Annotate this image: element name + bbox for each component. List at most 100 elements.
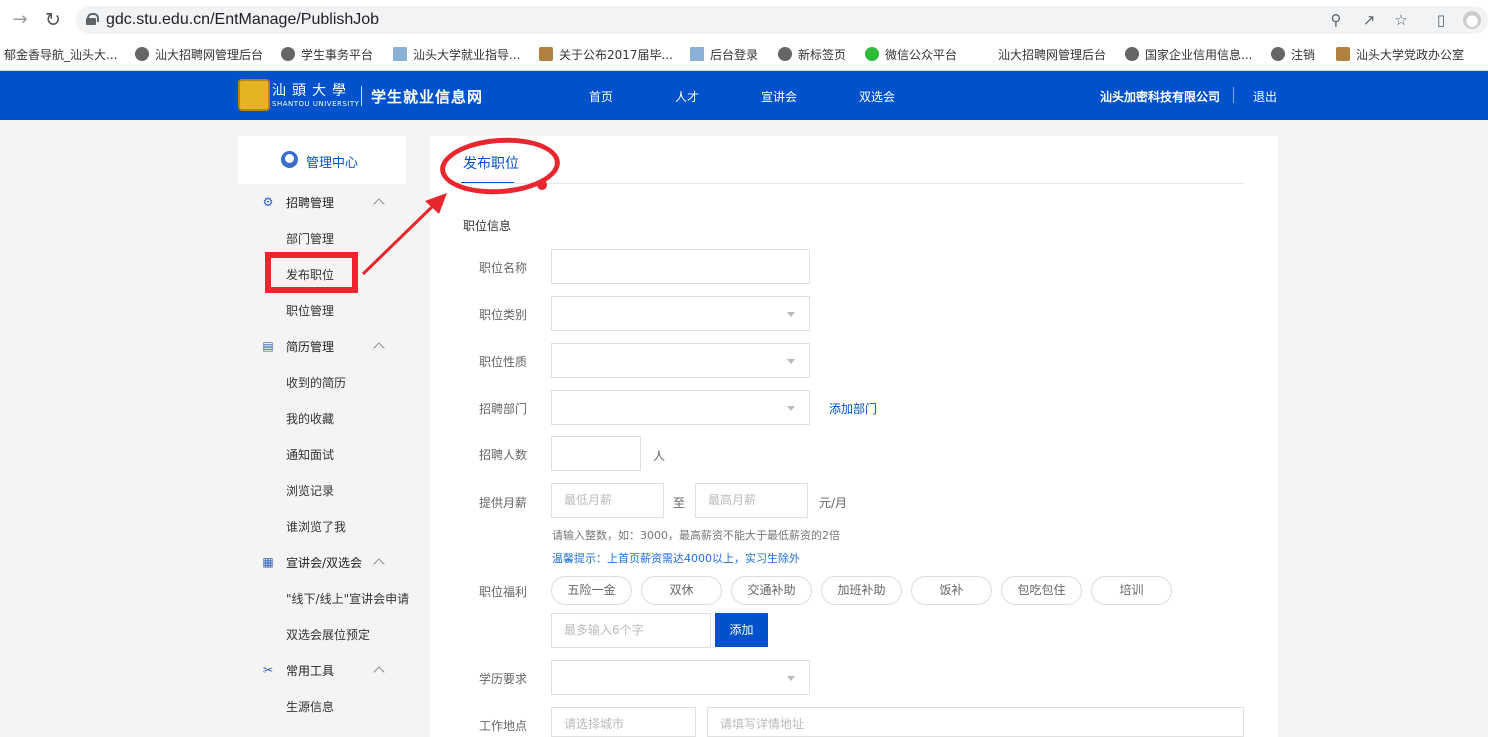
- salary-unit: 元/月: [819, 496, 848, 510]
- star-icon[interactable]: ☆: [1392, 11, 1410, 29]
- bookmark-item[interactable]: 注销: [1271, 45, 1315, 65]
- bookmark-item[interactable]: 汕大招聘网管理后台: [976, 45, 1106, 65]
- sidebar-item-received-resumes[interactable]: 收到的简历: [286, 374, 346, 391]
- resume-icon: ▤: [262, 339, 274, 353]
- sidebar-item-presentation-apply[interactable]: "线下/线上"宣讲会申请: [286, 590, 409, 607]
- sidebar-section-resumes[interactable]: 简历管理: [286, 338, 334, 355]
- job-nature-select[interactable]: [551, 343, 810, 378]
- sidebar-item-browse-history[interactable]: 浏览记录: [286, 482, 334, 499]
- city-select[interactable]: 请选择城市: [551, 707, 696, 737]
- bookmark-item[interactable]: 汕头大学就业指导...: [393, 45, 520, 65]
- label-benefits: 职位福利: [479, 585, 528, 599]
- bookmark-item[interactable]: 郁金香导航_汕头大...: [4, 45, 117, 65]
- benefit-tag[interactable]: 双休: [641, 576, 722, 605]
- nav-home[interactable]: 首页: [589, 88, 613, 105]
- bookmark-item[interactable]: 关于公布2017届毕...: [539, 45, 673, 65]
- label-education: 学历要求: [479, 672, 528, 686]
- site-name[interactable]: 学生就业信息网: [371, 86, 483, 107]
- bookmarks-bar: 郁金香导航_汕头大... 汕大招聘网管理后台 学生事务平台 汕头大学就业指导..…: [0, 40, 1488, 71]
- sidebar-section-events[interactable]: 宣讲会/双选会: [286, 554, 362, 571]
- caret-down-icon: [787, 406, 795, 411]
- highlight-box: [265, 252, 358, 293]
- url-text[interactable]: gdc.stu.edu.cn/EntManage/PublishJob: [106, 10, 379, 30]
- reload-icon[interactable]: ↻: [42, 9, 64, 31]
- chevron-up-icon[interactable]: [373, 340, 385, 352]
- benefit-tag[interactable]: 培训: [1091, 576, 1172, 605]
- bookmark-item[interactable]: 微信公众平台: [865, 45, 957, 65]
- custom-benefit-input[interactable]: 最多输入6个字: [551, 613, 711, 648]
- gear-icon: ⚙: [262, 195, 274, 209]
- sidebar-item-student-source[interactable]: 生源信息: [286, 698, 334, 715]
- sidebar-item-job-management[interactable]: 职位管理: [286, 302, 334, 319]
- sidebar-item-departments[interactable]: 部门管理: [286, 230, 334, 247]
- chevron-up-icon[interactable]: [373, 556, 385, 568]
- education-select[interactable]: [551, 660, 810, 695]
- label-headcount: 招聘人数: [479, 448, 528, 462]
- job-name-input[interactable]: [551, 249, 810, 284]
- caret-down-icon: [787, 312, 795, 317]
- department-select[interactable]: [551, 390, 810, 425]
- my-stu-icon: [976, 47, 992, 61]
- globe-icon: [135, 47, 149, 61]
- salary-to-text: 至: [673, 496, 686, 510]
- benefit-tag[interactable]: 包吃包住: [1001, 576, 1082, 605]
- sidebar-item-who-viewed-me[interactable]: 谁浏览了我: [286, 518, 346, 535]
- benefit-tag[interactable]: 饭补: [911, 576, 992, 605]
- sidebar-section-tools[interactable]: 常用工具: [286, 662, 334, 679]
- tab-divider: [446, 183, 1244, 184]
- label-job-name: 职位名称: [479, 261, 528, 275]
- bookmark-item[interactable]: 汕大招聘网管理后台: [135, 45, 263, 65]
- side-panel-icon[interactable]: ▯: [1432, 11, 1450, 29]
- manage-center-title[interactable]: 管理中心: [306, 152, 358, 171]
- profile-icon[interactable]: ●: [1463, 11, 1481, 29]
- globe-icon: [778, 47, 792, 61]
- wechat-icon: [865, 47, 879, 61]
- sidebar-item-favorites[interactable]: 我的收藏: [286, 410, 334, 427]
- lock-icon[interactable]: [86, 13, 99, 25]
- bookmark-item[interactable]: 国家企业信用信息...: [1125, 45, 1252, 65]
- label-location: 工作地点: [479, 719, 528, 733]
- nav-job-fairs[interactable]: 双选会: [859, 88, 895, 105]
- zoom-icon[interactable]: ⚲: [1327, 11, 1345, 29]
- globe-icon: [1271, 47, 1285, 61]
- salary-tip: 温馨提示：上首页薪资需达4000以上，实习生除外: [552, 552, 800, 565]
- forward-icon[interactable]: →: [10, 10, 30, 30]
- benefit-tag[interactable]: 五险一金: [551, 576, 632, 605]
- nav-talent[interactable]: 人才: [675, 88, 699, 105]
- add-benefit-button[interactable]: 添加: [715, 613, 768, 647]
- bookmark-item[interactable]: 学生事务平台: [281, 45, 373, 65]
- bookmark-item[interactable]: 新标签页: [778, 45, 846, 65]
- presentation-icon: ▦: [262, 555, 274, 569]
- annotation-arrow: [361, 193, 447, 276]
- nav-presentations[interactable]: 宣讲会: [761, 88, 797, 105]
- emblem-icon: [539, 47, 553, 61]
- address-input[interactable]: 请填写详情地址: [707, 707, 1244, 737]
- headcount-input[interactable]: [551, 436, 641, 471]
- benefit-tag[interactable]: 加班补助: [821, 576, 902, 605]
- sidebar-item-interview-notice[interactable]: 通知面试: [286, 446, 334, 463]
- caret-down-icon: [787, 359, 795, 364]
- salary-hint: 请输入整数，如：3000，最高薪资不能大于最低薪资的2倍: [552, 529, 840, 542]
- bookmark-item[interactable]: 汕头大学党政办公室: [1336, 45, 1464, 65]
- salary-max-input[interactable]: 最高月薪: [695, 483, 808, 518]
- label-department: 招聘部门: [479, 402, 528, 416]
- document-icon: [690, 47, 704, 61]
- share-icon[interactable]: ↗: [1360, 11, 1378, 29]
- label-salary: 提供月薪: [479, 496, 528, 510]
- document-icon: [393, 47, 407, 61]
- headcount-unit: 人: [653, 449, 666, 463]
- chevron-up-icon[interactable]: [373, 664, 385, 676]
- add-department-link[interactable]: 添加部门: [829, 400, 877, 417]
- salary-min-input[interactable]: 最低月薪: [551, 483, 664, 518]
- bookmark-item[interactable]: 后台登录: [690, 45, 758, 65]
- university-logo[interactable]: [238, 79, 270, 111]
- sidebar-section-recruitment[interactable]: 招聘管理: [286, 194, 334, 211]
- label-job-category: 职位类别: [479, 308, 528, 322]
- job-category-select[interactable]: [551, 296, 810, 331]
- sidebar-item-booth-booking[interactable]: 双选会展位预定: [286, 626, 370, 643]
- logout-link[interactable]: 退出: [1253, 88, 1277, 105]
- company-name[interactable]: 汕头加密科技有限公司: [1100, 88, 1220, 105]
- logo-text-cn: 汕頭大學: [272, 83, 352, 99]
- benefit-tag[interactable]: 交通补助: [731, 576, 812, 605]
- logo-text-en: SHANTOU UNIVERSITY: [272, 100, 360, 108]
